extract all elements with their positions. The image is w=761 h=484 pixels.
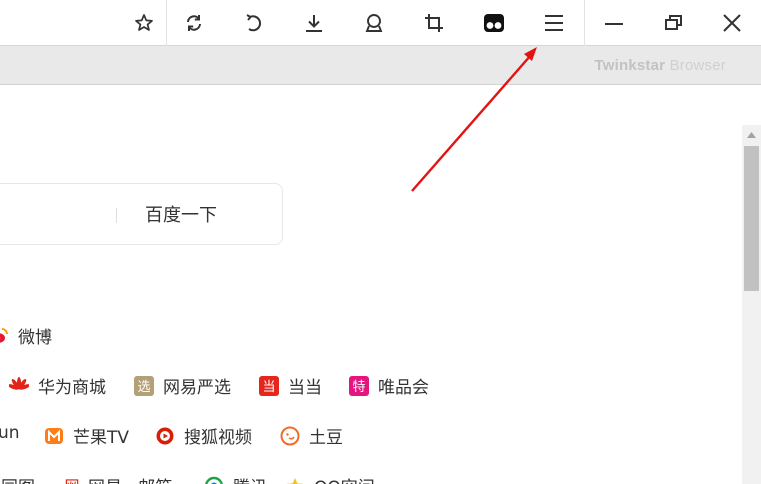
screenshot-crop-button[interactable] (411, 0, 457, 46)
link-dangdang[interactable]: 当 当当 (259, 373, 322, 398)
search-box[interactable]: 百度一下 (0, 183, 283, 245)
mango-tv-icon (44, 426, 64, 446)
link-label: 网易严选 (163, 378, 231, 398)
undo-icon (246, 14, 262, 32)
link-netease-mail[interactable]: 网 网易 · 邮箱 (65, 473, 173, 484)
search-divider (116, 208, 117, 223)
toolbar-divider (166, 0, 167, 46)
link-huawei-mall[interactable]: 华为商城 (9, 373, 106, 398)
download-icon (306, 15, 322, 32)
weibo-icon (0, 326, 9, 346)
tab-strip: Twinkstar Browser (0, 46, 761, 85)
link-qzone[interactable]: QQ空间 (285, 473, 375, 484)
huawei-icon (9, 376, 29, 396)
minimize-button[interactable] (591, 0, 637, 46)
close-icon (723, 14, 741, 32)
link-xunlei-partial[interactable]: un (0, 423, 20, 443)
link-tencent[interactable]: 腾讯 (204, 473, 267, 484)
bookmark-star-button[interactable] (121, 0, 167, 46)
link-label: 当当 (288, 378, 322, 398)
link-sohu-video[interactable]: 搜狐视频 (155, 423, 252, 448)
link-label: QQ空间 (314, 473, 375, 484)
toolbar-divider (584, 0, 585, 46)
link-weibo[interactable]: 微博 (0, 323, 52, 348)
page-content: 百度一下 微博 华为商城 选 网易严选 当 当当 特 唯品会 un 芒果TV 搜… (0, 86, 742, 484)
minimize-icon (605, 23, 623, 25)
link-label: 腾讯 (233, 473, 267, 484)
browser-toolbar (0, 0, 761, 46)
sohu-video-icon (155, 426, 175, 446)
scroll-thumb[interactable] (744, 146, 759, 291)
tencent-icon (204, 476, 224, 484)
crop-icon (425, 14, 443, 32)
vertical-scrollbar[interactable] (742, 125, 761, 484)
extension-button[interactable] (471, 0, 517, 46)
baidu-search-button[interactable]: 百度一下 (145, 201, 217, 227)
link-label: 芒果TV (73, 428, 130, 448)
link-label: 微博 (18, 328, 52, 348)
restore-button[interactable] (651, 0, 697, 46)
restore-icon (665, 15, 682, 30)
link-mango-tv[interactable]: 芒果TV (44, 423, 129, 448)
close-button[interactable] (709, 0, 755, 46)
link-vip[interactable]: 特 唯品会 (349, 373, 429, 398)
menu-icon (545, 15, 563, 31)
link-label: 土豆 (309, 428, 343, 448)
browser-brand-label: Twinkstar Browser (594, 57, 726, 74)
refresh-button[interactable] (171, 0, 217, 46)
vip-icon: 特 (349, 375, 369, 396)
link-label: 同图 (1, 473, 35, 484)
link-tudou[interactable]: 土豆 (280, 423, 343, 448)
link-label: 搜狐视频 (184, 428, 252, 448)
chevron-up-icon (747, 131, 756, 138)
bookmark-star-icon (135, 14, 153, 31)
yanxuan-icon: 选 (134, 375, 154, 396)
link-label: 唯品会 (378, 378, 429, 398)
tudou-icon (280, 426, 300, 446)
link-row4-a[interactable]: 同图 (1, 473, 35, 484)
refresh-icon (187, 15, 201, 31)
link-netease-yanxuan[interactable]: 选 网易严选 (134, 373, 231, 398)
main-menu-button[interactable] (531, 0, 577, 46)
badge-icon (365, 14, 383, 32)
badge-button[interactable] (351, 0, 397, 46)
star-icon (285, 476, 305, 484)
download-button[interactable] (291, 0, 337, 46)
link-label: un (0, 423, 20, 443)
link-label: 华为商城 (38, 378, 106, 398)
dangdang-icon: 当 (259, 375, 279, 396)
extension-icon (484, 14, 504, 32)
netease-mail-icon: 网 (65, 476, 80, 484)
scroll-up-button[interactable] (742, 125, 761, 144)
link-label: 网易 · 邮箱 (88, 473, 172, 484)
undo-close-button[interactable] (231, 0, 277, 46)
